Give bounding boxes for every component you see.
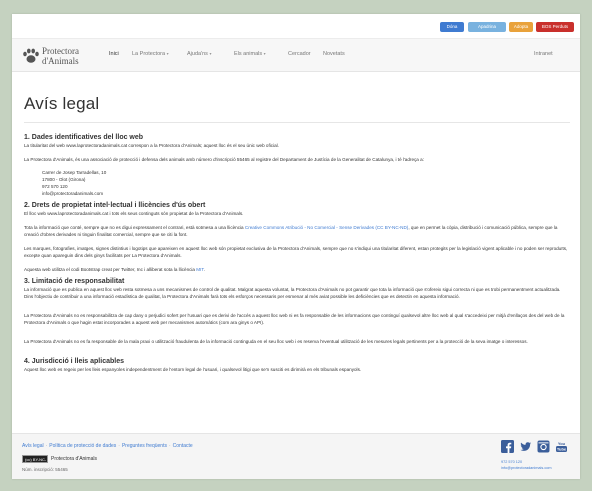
address-street: Carrer de Josep Tarradellas, 10	[42, 170, 107, 175]
text-span: Tota la informació que conté, sempre que…	[24, 225, 245, 230]
adopta-button[interactable]: Adopta	[509, 22, 533, 32]
footer-separator: ·	[168, 443, 171, 449]
title-divider	[24, 122, 570, 123]
section-3-paragraph-3: La Protectora d'Animals no es fa respons…	[24, 339, 528, 344]
caret-down-icon: ▾	[166, 51, 169, 56]
apadrina-button[interactable]: Apadrina	[468, 22, 506, 32]
cc-license-badge[interactable]: (cc) BY-NC-ND	[22, 455, 48, 468]
youtube-icon[interactable]: You Tube	[555, 440, 568, 453]
footer: Avís legal · Política de protecció de dade…	[12, 433, 580, 479]
nav-item-novetats[interactable]: Novetats	[323, 51, 345, 57]
section-4-paragraph-1: Aquest lloc web es regeix per les lleis …	[24, 367, 362, 372]
address-phone-link[interactable]: 972 570 120	[42, 184, 68, 191]
page-title: Avís legal	[24, 94, 100, 113]
svg-text:You: You	[558, 441, 566, 446]
section-title-4: 4. Jurisdicció i lleis aplicables	[24, 358, 124, 365]
social-links: You Tube	[501, 440, 571, 456]
footer-org-name: Protectora d'Animals	[51, 456, 97, 462]
site-logo[interactable]: Protectora d'Animals	[22, 45, 102, 69]
text-span: .	[203, 267, 205, 272]
footer-link-avis-legal[interactable]: Avís legal	[22, 443, 44, 449]
caret-down-icon: ▾	[263, 51, 266, 56]
mit-license-link[interactable]: MIT	[196, 267, 203, 272]
section-2-paragraph-4: Aquesta web utilitza el codi Bootstrap c…	[24, 266, 570, 273]
footer-link-faq[interactable]: Preguntes freqüents	[122, 443, 167, 449]
section-2-paragraph-2: Tota la informació que conté, sempre que…	[24, 224, 570, 238]
section-2-paragraph-1: El lloc web www.laprotectoradanimals.cat…	[24, 211, 244, 216]
address-email-link[interactable]: info@protectoradanimals.com	[42, 191, 103, 198]
text-span: Aquesta web utilitza el codi Bootstrap c…	[24, 267, 197, 272]
nav-item-label: Ajuda'ns	[187, 51, 208, 57]
cc-license-link[interactable]: Creative Commons Atribució - No Comercia…	[245, 225, 408, 230]
nav-item-label: La Protectora	[132, 51, 166, 57]
facebook-icon[interactable]	[501, 440, 514, 453]
section-3-paragraph-2: La Protectora d'Animals no es responsabi…	[24, 313, 565, 325]
footer-separator: ·	[45, 443, 48, 449]
footer-links: Avís legal · Política de protecció de dade…	[22, 443, 193, 449]
footer-phone-link[interactable]: 972 570 120	[501, 460, 522, 464]
section-title-3: 3. Limitació de responsabilitat	[24, 278, 125, 285]
footer-separator: ·	[118, 443, 120, 449]
perduts-button[interactable]: BOS Perduts	[536, 22, 574, 32]
twitter-icon[interactable]	[519, 440, 532, 453]
footer-email-link[interactable]: info@protectoradanimals.com	[501, 466, 552, 470]
nav-item-ajudans[interactable]: Ajuda'ns ▾	[187, 51, 211, 57]
logo-line-2: d'Animals	[42, 56, 79, 66]
footer-registration-number: Núm. inscripció: 55465	[22, 467, 68, 472]
main-navbar: Protectora d'Animals Inici La Protectora…	[12, 38, 580, 72]
paw-icon	[23, 48, 39, 63]
instagram-icon[interactable]	[537, 440, 550, 453]
section-title-1: 1. Dades identificatives del lloc web	[24, 134, 144, 141]
section-title-2: 2. Drets de propietat intel·lectual i ll…	[24, 202, 206, 209]
top-action-bar: Dóna Apadrina Adopta BOS Perduts	[12, 14, 580, 38]
nav-item-la-protectora[interactable]: La Protectora ▾	[132, 51, 169, 57]
caret-down-icon: ▾	[209, 51, 212, 56]
nav-item-label: Els animals	[234, 51, 263, 57]
section-1-paragraph-2: La Protectora d'Animals, és una associac…	[24, 157, 424, 162]
nav-item-inici[interactable]: Inici	[109, 51, 119, 57]
footer-link-contact[interactable]: Contacte	[173, 443, 193, 449]
logo-line-1: Protectora	[42, 46, 79, 56]
svg-text:Tube: Tube	[557, 447, 567, 452]
dona-button[interactable]: Dóna	[440, 22, 464, 32]
section-1-paragraph-1: La titularitat del web www.laprotectorad…	[24, 143, 279, 148]
section-3-paragraph-1: La informació que es publica en aquest l…	[24, 287, 561, 299]
nav-item-intranet[interactable]: Intranet	[534, 51, 553, 57]
address-city: 17800 - Olot (Girona)	[42, 177, 86, 182]
nav-item-els-animals[interactable]: Els animals ▾	[234, 51, 266, 57]
page: Dóna Apadrina Adopta BOS Perduts Protect…	[12, 14, 580, 479]
logo-text: Protectora d'Animals	[42, 46, 79, 66]
nav-item-cercador[interactable]: Cercador	[288, 51, 311, 57]
footer-link-privacy[interactable]: Política de protecció de dades	[49, 443, 116, 449]
section-2-paragraph-3: Les marques, fotografies, imatges, signe…	[24, 246, 568, 258]
